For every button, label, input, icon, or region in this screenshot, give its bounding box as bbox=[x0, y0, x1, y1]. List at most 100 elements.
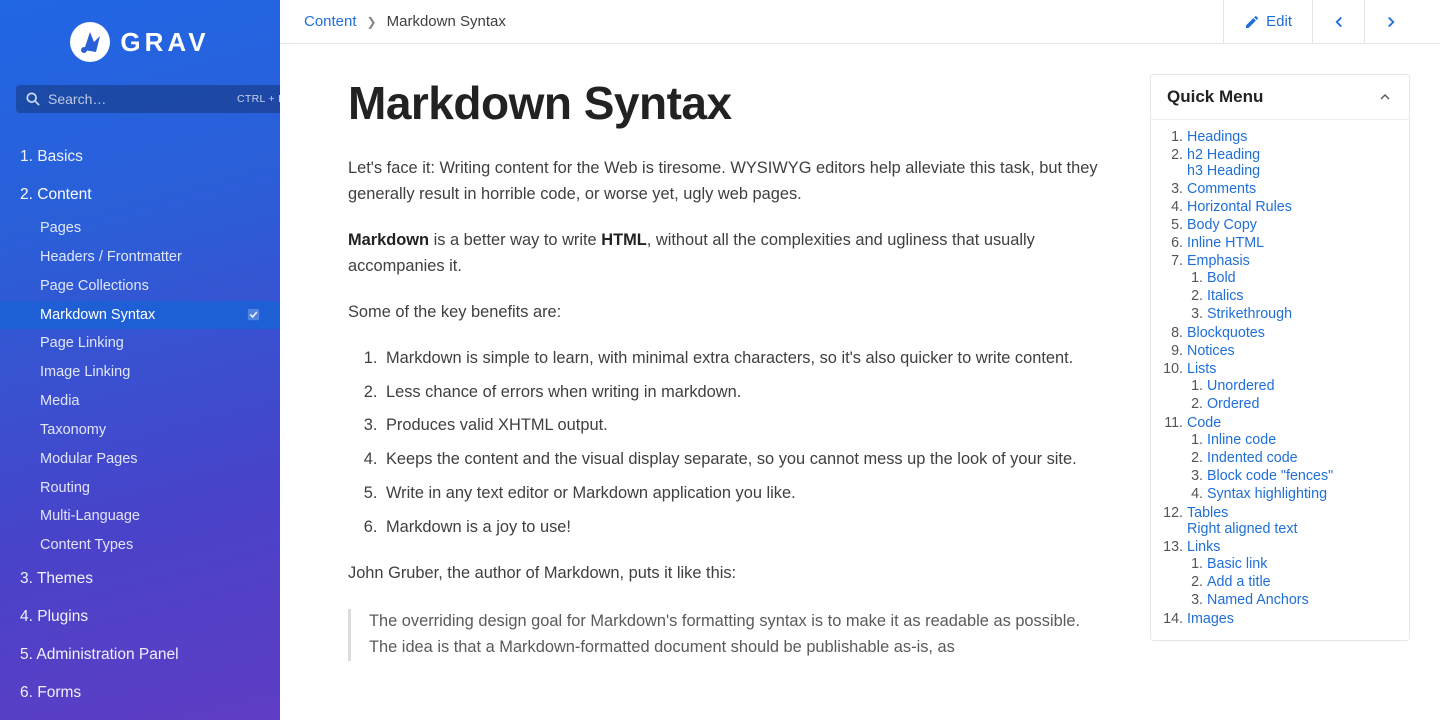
quick-menu-item: Inline HTML bbox=[1187, 234, 1393, 252]
quick-menu-link[interactable]: Headings bbox=[1187, 129, 1247, 145]
nav-item-image-linking[interactable]: Image Linking bbox=[0, 358, 280, 387]
quick-menu-link[interactable]: Notices bbox=[1187, 343, 1235, 359]
quick-menu-link[interactable]: Unordered bbox=[1207, 378, 1275, 394]
quick-menu-link[interactable]: Body Copy bbox=[1187, 217, 1257, 233]
topbar: Content ❯ Markdown Syntax Edit bbox=[280, 0, 1440, 44]
quick-menu-subitem: Indented code bbox=[1207, 449, 1393, 467]
quick-menu-item: LinksBasic link Add a title Named Anchors bbox=[1187, 538, 1393, 610]
quick-menu-link[interactable]: Blockquotes bbox=[1187, 325, 1265, 341]
quick-menu-link[interactable]: Named Anchors bbox=[1207, 592, 1309, 608]
nav-item-media[interactable]: Media bbox=[0, 387, 280, 416]
quick-menu-link[interactable]: Basic link bbox=[1207, 556, 1267, 572]
search-icon bbox=[26, 92, 40, 106]
chevron-up-icon bbox=[1377, 89, 1393, 105]
quick-menu-link[interactable]: Add a title bbox=[1207, 574, 1271, 590]
nav-item-routing[interactable]: Routing bbox=[0, 474, 280, 503]
nav-item-markdown-syntax[interactable]: Markdown Syntax bbox=[0, 301, 280, 330]
intro-p2: Markdown is a better way to write HTML, … bbox=[348, 228, 1100, 280]
quick-menu-link[interactable]: Emphasis bbox=[1187, 253, 1250, 269]
quick-menu-link[interactable]: h2 Heading bbox=[1187, 147, 1260, 163]
quick-menu-item: Headings bbox=[1187, 128, 1393, 146]
nav-item-content-types[interactable]: Content Types bbox=[0, 531, 280, 560]
quick-menu-link[interactable]: Strikethrough bbox=[1207, 306, 1292, 322]
quick-menu-link[interactable]: Horizontal Rules bbox=[1187, 199, 1292, 215]
logo-text: GRAV bbox=[120, 27, 209, 58]
quick-menu-subitem: Italics bbox=[1207, 287, 1393, 305]
edit-button[interactable]: Edit bbox=[1223, 0, 1312, 44]
nav-section-content[interactable]: 2. Content bbox=[0, 176, 280, 214]
nav-item-multi-language[interactable]: Multi-Language bbox=[0, 502, 280, 531]
quick-menu-item: h2 Headingh3 Heading bbox=[1187, 146, 1393, 180]
article: Markdown Syntax Let's face it: Writing c… bbox=[280, 44, 1150, 720]
prev-page-button[interactable] bbox=[1312, 0, 1364, 44]
quick-menu-header[interactable]: Quick Menu bbox=[1151, 75, 1409, 120]
breadcrumb-parent[interactable]: Content bbox=[304, 13, 357, 30]
quick-menu-item: TablesRight aligned text bbox=[1187, 504, 1393, 538]
quick-menu-link[interactable]: Lists bbox=[1187, 361, 1216, 377]
quick-menu-link[interactable]: Block code "fences" bbox=[1207, 468, 1333, 484]
quick-menu-link[interactable]: Tables bbox=[1187, 505, 1228, 521]
quick-menu-item: Horizontal Rules bbox=[1187, 198, 1393, 216]
quick-menu-subitem: Basic link bbox=[1207, 555, 1393, 573]
nav-section-forms[interactable]: 6. Forms bbox=[0, 674, 280, 712]
benefits-item: Produces valid XHTML output. bbox=[382, 413, 1100, 439]
quick-menu-item: Comments bbox=[1187, 180, 1393, 198]
quick-menu-item: Blockquotes bbox=[1187, 324, 1393, 342]
blockquote: The overriding design goal for Markdown'… bbox=[348, 609, 1100, 661]
quick-menu-subitem: Unordered bbox=[1207, 377, 1393, 395]
quick-menu-item: ListsUnordered Ordered bbox=[1187, 360, 1393, 414]
benefits-item: Less chance of errors when writing in ma… bbox=[382, 380, 1100, 406]
quick-menu-item: Notices bbox=[1187, 342, 1393, 360]
quick-menu-link[interactable]: Right aligned text bbox=[1187, 521, 1297, 537]
quick-menu-link[interactable]: Inline code bbox=[1207, 432, 1276, 448]
intro-p1: Let's face it: Writing content for the W… bbox=[348, 156, 1100, 208]
quick-menu-item: CodeInline code Indented code Block code "… bbox=[1187, 414, 1393, 504]
nav-item-headers[interactable]: Headers / Frontmatter bbox=[0, 243, 280, 272]
benefits-list: Markdown is simple to learn, with minima… bbox=[348, 346, 1100, 542]
quick-menu-link[interactable]: Italics bbox=[1207, 288, 1244, 304]
grav-logo-icon bbox=[70, 22, 110, 62]
quick-menu-link[interactable]: Inline HTML bbox=[1187, 235, 1264, 251]
nav-item-taxonomy[interactable]: Taxonomy bbox=[0, 416, 280, 445]
quick-menu-link[interactable]: Images bbox=[1187, 611, 1234, 627]
nav-item-modular-pages[interactable]: Modular Pages bbox=[0, 445, 280, 474]
quick-menu-link[interactable]: Bold bbox=[1207, 270, 1236, 286]
nav-section-cli[interactable]: 7. CLI Console bbox=[0, 712, 280, 720]
quick-menu-item: EmphasisBold Italics Strikethrough bbox=[1187, 252, 1393, 324]
benefits-item: Markdown is a joy to use! bbox=[382, 515, 1100, 541]
quick-menu-link[interactable]: Code bbox=[1187, 415, 1221, 431]
nav-section-admin-panel[interactable]: 5. Administration Panel bbox=[0, 636, 280, 674]
quick-menu-title: Quick Menu bbox=[1167, 87, 1263, 107]
nav-section-themes[interactable]: 3. Themes bbox=[0, 560, 280, 598]
sidebar-nav: 1. Basics 2. Content Pages Headers / Fro… bbox=[0, 128, 280, 720]
gruber-intro: John Gruber, the author of Markdown, put… bbox=[348, 561, 1100, 587]
breadcrumb: Content ❯ Markdown Syntax bbox=[304, 13, 1223, 30]
logo-area: GRAV bbox=[0, 0, 280, 76]
nav-item-pages[interactable]: Pages bbox=[0, 214, 280, 243]
quick-menu-link[interactable]: h3 Heading bbox=[1187, 163, 1260, 179]
quick-menu-link[interactable]: Links bbox=[1187, 539, 1220, 555]
benefits-item: Markdown is simple to learn, with minima… bbox=[382, 346, 1100, 372]
benefits-heading: Some of the key benefits are: bbox=[348, 300, 1100, 326]
quick-menu-subitem: Strikethrough bbox=[1207, 305, 1393, 323]
next-page-button[interactable] bbox=[1364, 0, 1416, 44]
search-box[interactable]: CTRL + K bbox=[16, 85, 295, 113]
chevron-right-icon bbox=[1382, 13, 1400, 31]
quick-menu-link[interactable]: Indented code bbox=[1207, 450, 1298, 466]
quick-menu-link[interactable]: Syntax highlighting bbox=[1207, 486, 1327, 502]
nav-section-plugins[interactable]: 4. Plugins bbox=[0, 598, 280, 636]
main: Content ❯ Markdown Syntax Edit Markdown bbox=[280, 0, 1440, 720]
quick-menu-subitem: Inline code bbox=[1207, 431, 1393, 449]
quick-menu-link[interactable]: Ordered bbox=[1207, 396, 1259, 412]
breadcrumb-current: Markdown Syntax bbox=[387, 13, 506, 30]
nav-item-page-linking[interactable]: Page Linking bbox=[0, 329, 280, 358]
quick-menu-link[interactable]: Comments bbox=[1187, 181, 1256, 197]
quick-menu-subitem: Ordered bbox=[1207, 395, 1393, 413]
search-row: CTRL + K v1.6 bbox=[0, 76, 280, 128]
nav-section-basics[interactable]: 1. Basics bbox=[0, 138, 280, 176]
quick-menu-body: Headingsh2 Headingh3 HeadingCommentsHori… bbox=[1151, 120, 1409, 640]
search-input[interactable] bbox=[48, 91, 229, 107]
logo[interactable]: GRAV bbox=[70, 22, 209, 62]
benefits-item: Write in any text editor or Markdown app… bbox=[382, 481, 1100, 507]
nav-item-page-collections[interactable]: Page Collections bbox=[0, 272, 280, 301]
